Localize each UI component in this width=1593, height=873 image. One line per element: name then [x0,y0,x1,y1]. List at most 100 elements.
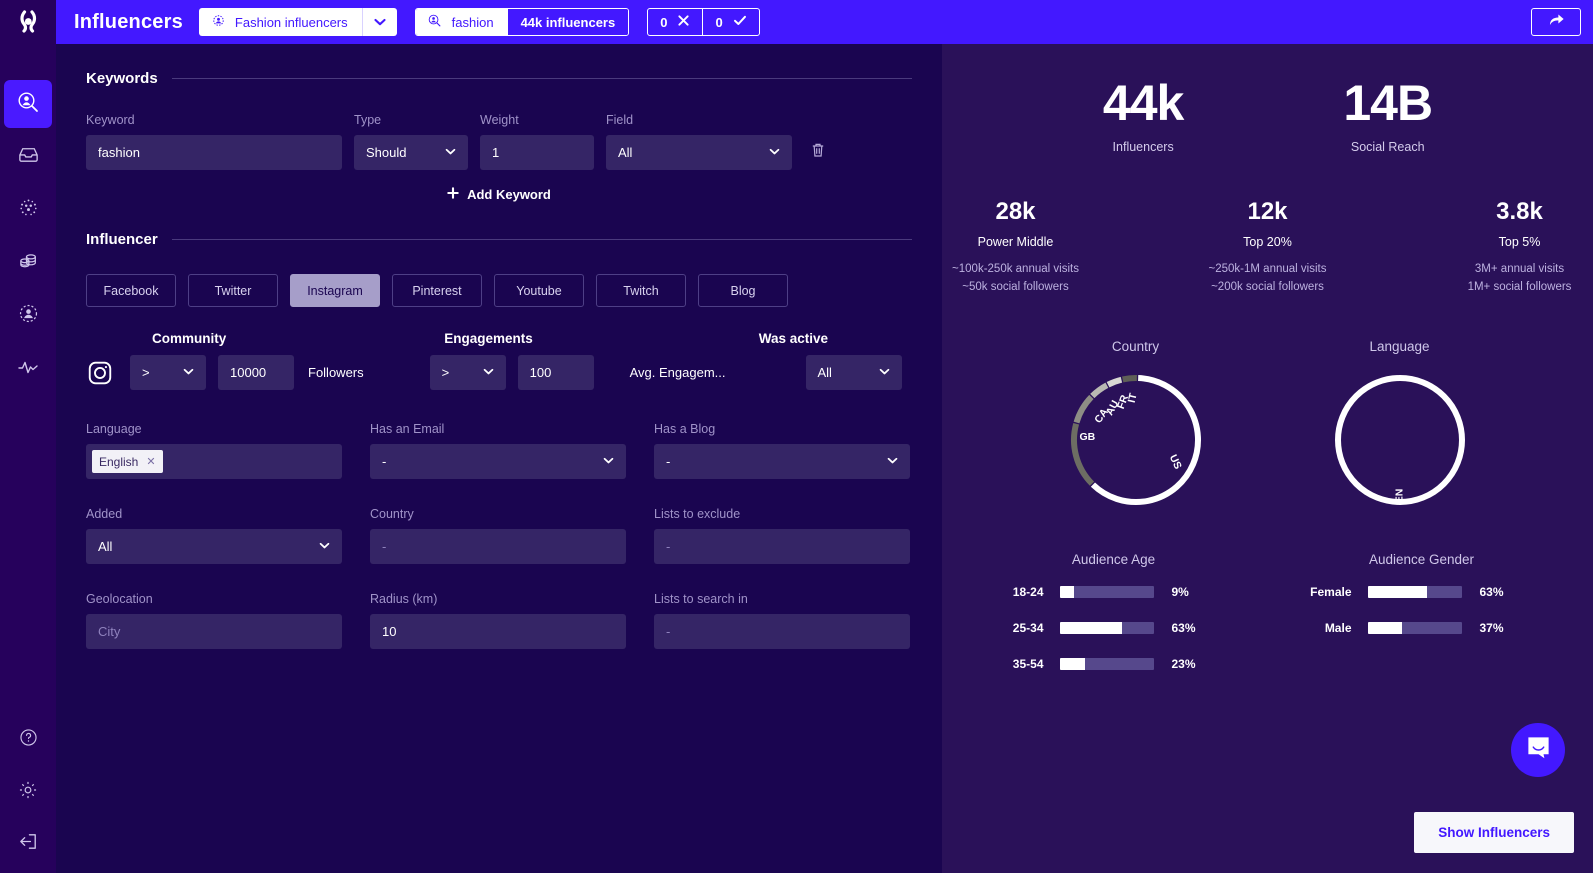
lists-exclude-input[interactable]: - [654,529,910,564]
radius-input[interactable]: 10 [370,614,626,649]
add-keyword-button[interactable]: Add Keyword [86,186,912,203]
community-value-input[interactable]: 10000 [218,355,294,390]
keywords-section-header: Keywords [86,70,912,87]
intercom-chat-button[interactable] [1511,723,1565,777]
chip-english[interactable]: English ✕ [92,450,163,473]
community-operator-select[interactable]: > [130,355,206,390]
sidebar-item-search-influencer[interactable] [4,80,52,128]
was-active-select[interactable]: All [805,355,902,390]
tier-value: 12k [1247,198,1288,225]
tab-facebook[interactable]: Facebook [86,274,176,307]
coins-icon [17,249,40,277]
sidebar-item-clusters[interactable] [4,186,52,234]
tier-label: Top 5% [1498,235,1541,249]
tier-stats: 28k Power Middle ~100k-250k annual visit… [942,200,1593,297]
country-input[interactable]: - [370,529,626,564]
share-button[interactable] [1531,8,1581,36]
sidebar-item-inbox[interactable] [4,133,52,181]
rail-icon-list [0,80,56,398]
tier-detail-line2: 1M+ social followers [1467,280,1572,293]
weight-value: 1 [492,145,500,160]
stat-social-reach: 14B Social Reach [1343,75,1433,154]
audience-gender-title: Audience Gender [1368,551,1475,567]
tab-blog[interactable]: Blog [698,274,788,307]
lists-search-value: - [666,624,671,639]
added-label: Added [86,507,123,521]
chevron-down-icon[interactable] [363,8,397,36]
added-select[interactable]: All [86,529,342,564]
filters-panel: Keywords Keyword fashion Type Should Wei… [56,44,942,873]
age-bucket-label: 25-34 [1012,620,1044,635]
saved-search-selector[interactable]: Fashion influencers [198,8,397,36]
app-root: Influencers Fashion influencers fashion … [0,0,1593,873]
age-bucket-value: 9% [1171,584,1189,599]
filter-lists-search: Lists to search in - [654,592,910,649]
saved-search-main[interactable]: Fashion influencers [199,8,363,36]
result-count-badge[interactable]: 44k influencers [507,9,629,35]
gender-label: Male [1324,620,1352,635]
influencer-title: Influencer [86,231,158,248]
close-icon [677,14,690,30]
metric-filter-row: > 10000 Followers > 100 Avg. Engagem... … [86,355,912,390]
check-icon [733,14,747,30]
settings-button[interactable] [4,775,52,809]
sidebar-item-audience[interactable] [4,292,52,340]
weight-input[interactable]: 1 [480,135,594,170]
accepted-counter[interactable]: 0 [702,9,758,35]
chevron-down-icon [183,367,194,378]
help-button[interactable] [4,723,52,757]
social-reach-count: 14B [1343,75,1433,131]
community-value: 10000 [230,365,267,380]
language-label: Language [86,422,142,436]
close-icon[interactable]: ✕ [146,455,155,468]
geolocation-input[interactable]: City [86,614,342,649]
audience-age-row: 35-54 23% [984,657,1244,671]
country-value: - [382,539,387,554]
tab-instagram[interactable]: Instagram [290,274,380,307]
rejected-count: 0 [660,14,668,30]
tier-value: 3.8k [1496,198,1543,225]
gender-value: 63% [1479,584,1504,599]
chip-label: English [99,454,139,469]
community-operator-value: > [142,365,150,380]
language-chart-title: Language [1369,338,1430,354]
sidebar-item-budget[interactable] [4,239,52,287]
tab-pinterest[interactable]: Pinterest [392,274,482,307]
engagement-value-input[interactable]: 100 [517,355,594,390]
has-blog-select[interactable]: - [654,444,910,479]
chat-bubble-icon [1525,734,1552,766]
engagement-operator-select[interactable]: > [429,355,506,390]
delete-keyword-button[interactable] [804,135,832,170]
type-select[interactable]: Should [354,135,468,170]
stat-influencers: 44k Influencers [1103,78,1184,154]
top-header-bar: Influencers Fashion influencers fashion … [56,0,1593,44]
lists-search-label: Lists to search in [654,592,748,606]
search-input[interactable]: fashion [415,9,508,35]
keyword-input[interactable]: fashion [86,135,342,170]
headline-stats: 44k Influencers 14B Social Reach [942,44,1593,154]
show-influencers-button[interactable]: Show Influencers [1414,812,1574,853]
search-value: fashion [451,14,494,30]
tab-twitch[interactable]: Twitch [596,274,686,307]
has-email-select[interactable]: - [370,444,626,479]
lists-search-input[interactable]: - [654,614,910,649]
field-select[interactable]: All [606,135,792,170]
language-chips-input[interactable]: English ✕ [86,444,342,479]
tab-twitter[interactable]: Twitter [188,274,278,307]
bar-track [1059,585,1154,598]
rejected-counter[interactable]: 0 [648,9,702,35]
audience-gender-row: Female 63% [1292,585,1552,599]
brand-logo-icon[interactable] [0,0,56,44]
filter-language: Language English ✕ [86,422,342,479]
field-value: All [618,145,633,160]
audience-age-row: 18-24 9% [984,585,1244,599]
age-bucket-label: 18-24 [1012,584,1044,599]
sidebar-item-activity[interactable] [4,345,52,393]
tier-detail-line2: ~50k social followers [962,280,1069,293]
search-query-pill[interactable]: fashion 44k influencers [414,8,630,36]
logout-button[interactable] [4,827,52,861]
type-value: Should [366,145,407,160]
keywords-title: Keywords [86,70,158,87]
language-donut-chart: Language EN [1328,339,1472,512]
tab-youtube[interactable]: Youtube [494,274,584,307]
